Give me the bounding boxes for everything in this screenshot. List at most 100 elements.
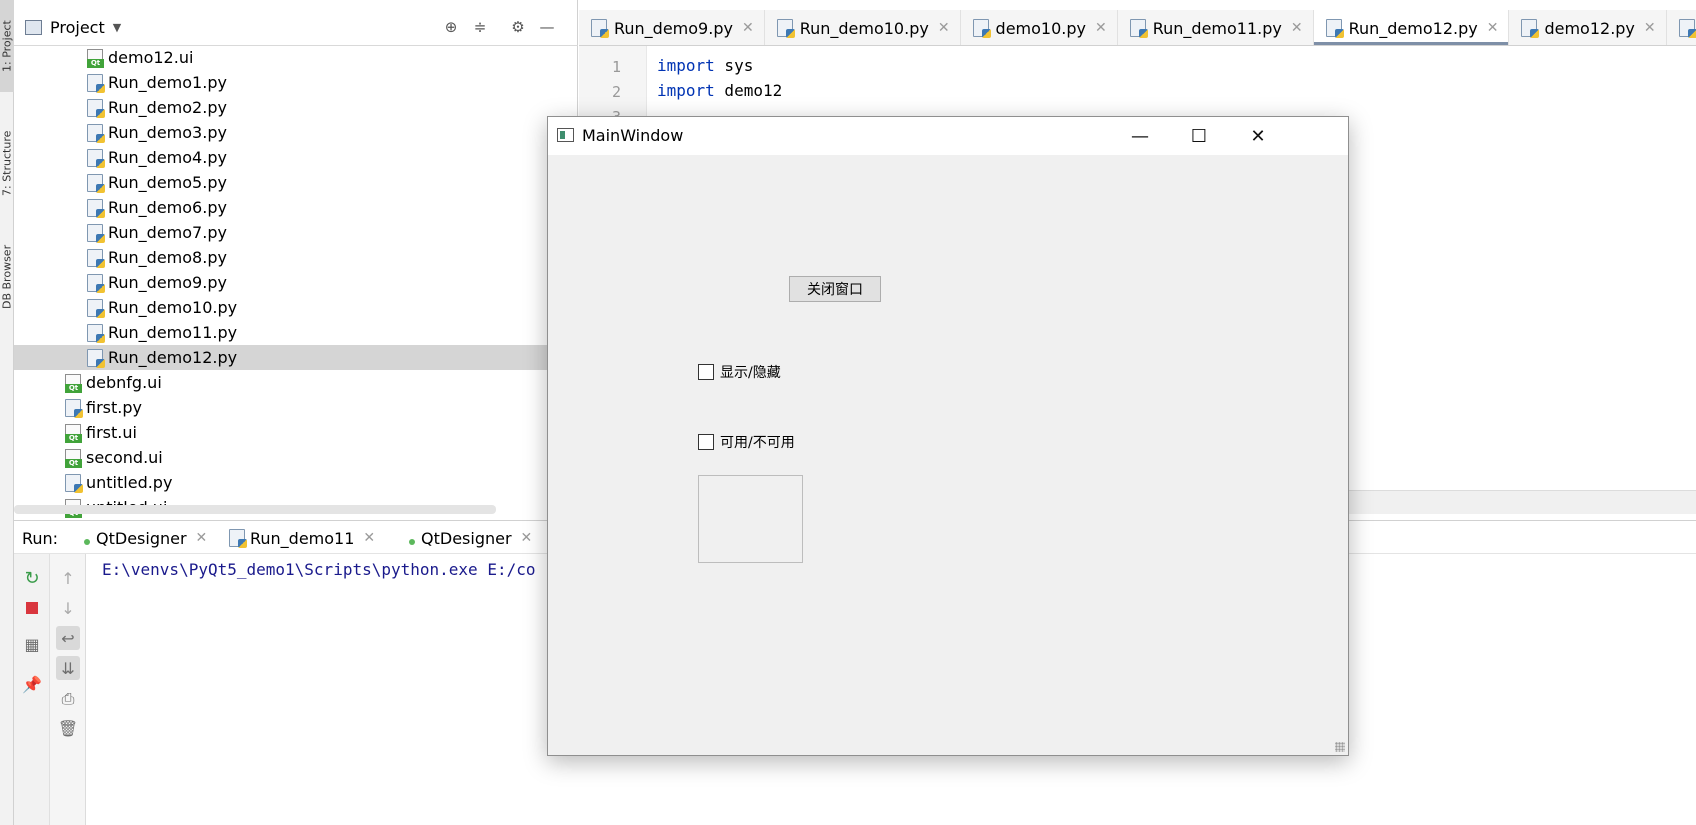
editor-tab[interactable]: demo12.py ✕ [1509, 10, 1667, 45]
tree-item[interactable]: Run_demo7.py [14, 220, 578, 245]
code-line: import sys [657, 56, 753, 75]
tree-item-label: debnfg.ui [86, 373, 162, 392]
editor-tab[interactable]: Run_demo12.py ✕ [1313, 10, 1510, 45]
close-tab-icon[interactable]: ✕ [1487, 20, 1499, 36]
stop-icon[interactable] [20, 596, 44, 620]
tree-item[interactable]: Run_demo12.py [14, 345, 578, 370]
arrow-down-icon[interactable]: ↓ [56, 596, 80, 620]
tree-item-label: Run_demo3.py [108, 123, 227, 142]
enable-disable-label: 可用/不可用 [720, 435, 795, 451]
tree-item[interactable]: Run_demo9.py [14, 270, 578, 295]
structure-tool-tab[interactable]: 7: Structure [0, 118, 14, 208]
rerun-icon[interactable]: ↻ [20, 566, 44, 590]
layout-icon[interactable]: ▦ [20, 632, 44, 656]
editor-tab[interactable]: Run_demo11.py ✕ [1118, 10, 1314, 45]
tree-item-label: untitled.py [86, 473, 173, 492]
enable-disable-checkbox[interactable]: 可用/不可用 [698, 432, 795, 452]
python-file-icon [87, 73, 105, 93]
close-tab-icon[interactable]: ✕ [742, 20, 754, 36]
qt-main-window: MainWindow — ☐ ✕ 关闭窗口 显示/隐藏 可用/不可用 [547, 116, 1349, 756]
tree-item[interactable]: first.py [14, 395, 578, 420]
close-tab-icon[interactable]: ✕ [363, 530, 375, 546]
code-keyword: import [657, 81, 715, 100]
python-file-icon [87, 223, 105, 243]
python-file-icon [87, 198, 105, 218]
code-keyword: import [657, 56, 715, 75]
tree-item[interactable]: Run_demo6.py [14, 195, 578, 220]
minus-icon[interactable]: — [538, 18, 556, 36]
arrow-up-icon[interactable]: ↑ [56, 566, 80, 590]
left-tool-strip: 1: Project 7: Structure DB Browser [0, 0, 14, 825]
close-window-button[interactable]: 关闭窗口 [789, 276, 881, 302]
crosshair-icon[interactable]: ⊕ [442, 18, 460, 36]
project-header: Project ▼ [14, 10, 578, 46]
soft-wrap-icon[interactable]: ↩ [56, 626, 80, 650]
tree-item[interactable]: Run_demo8.py [14, 245, 578, 270]
close-tab-icon[interactable]: ✕ [938, 20, 950, 36]
editor-tab-label: demo10.py [995, 18, 1086, 38]
run-tab-label: QtDesigner [421, 528, 512, 548]
editor-tab[interactable]: demo10.py ✕ [961, 10, 1118, 45]
running-dot-icon [84, 539, 90, 545]
editor-tab[interactable]: Run_demo9.py ✕ [579, 10, 765, 45]
trash-icon[interactable]: 🗑 [56, 716, 80, 740]
scroll-to-end-icon[interactable]: ⇊ [56, 656, 80, 680]
run-label: Run: [22, 529, 59, 548]
python-file-icon [776, 19, 795, 38]
python-file-icon [591, 19, 609, 38]
structure-tool-tab-label: 7: Structure [0, 130, 14, 196]
editor-tab-label: Run_demo10.py [799, 18, 929, 38]
print-icon[interactable]: ⎙ [56, 687, 80, 711]
tree-item[interactable]: Run_demo3.py [14, 120, 578, 145]
close-tab-icon[interactable]: ✕ [1291, 20, 1303, 36]
minimize-icon[interactable]: — [1111, 117, 1169, 155]
tree-item-label: first.ui [86, 423, 137, 442]
tree-item[interactable]: demo12.ui [14, 45, 578, 70]
editor-tab[interactable]: Run_demo [1667, 10, 1696, 45]
close-icon[interactable]: ✕ [1229, 117, 1287, 155]
tree-item[interactable]: Run_demo1.py [14, 70, 578, 95]
show-hide-label: 显示/隐藏 [720, 365, 781, 381]
project-pane: Project ▼ ⊕ ≑ ⚙ — demo12.ui Run_demo1.py R… [14, 0, 578, 520]
editor-tab[interactable]: Run_demo10.py ✕ [765, 10, 961, 45]
console-output: E:\venvs\PyQt5_demo1\Scripts\python.exe … [102, 560, 536, 579]
gear-icon[interactable]: ⚙ [509, 18, 527, 36]
resize-grip-icon[interactable] [1335, 742, 1345, 752]
tree-item[interactable]: Run_demo11.py [14, 320, 578, 345]
project-horizontal-scrollbar[interactable] [14, 505, 496, 514]
tree-item-label: Run_demo12.py [108, 348, 238, 367]
close-tab-icon[interactable]: ✕ [196, 530, 208, 546]
db-browser-tool-tab[interactable]: DB Browser [0, 232, 14, 322]
qt-titlebar[interactable]: MainWindow — ☐ ✕ [548, 117, 1348, 155]
run-tab[interactable]: Run_demo11 ✕ [229, 521, 375, 555]
run-toolbar-primary: ↻ ▦ 📌 [14, 554, 50, 825]
run-tab[interactable]: QtDesigner ✕ [84, 521, 207, 555]
project-tool-tab-label: 1: Project [0, 20, 14, 72]
tree-item[interactable]: Run_demo5.py [14, 170, 578, 195]
show-hide-checkbox[interactable]: 显示/隐藏 [698, 362, 781, 382]
tree-item[interactable]: first.ui [14, 420, 578, 445]
close-tab-icon[interactable]: ✕ [1644, 20, 1656, 36]
tree-item[interactable]: debnfg.ui [14, 370, 578, 395]
tree-item[interactable]: Run_demo10.py [14, 295, 578, 320]
chevron-down-icon[interactable]: ▼ [113, 21, 121, 34]
checkbox-box[interactable] [698, 364, 714, 380]
project-tool-tab[interactable]: 1: Project [0, 0, 14, 92]
close-tab-icon[interactable]: ✕ [1095, 20, 1107, 36]
tree-item[interactable]: second.ui [14, 445, 578, 470]
checkbox-box[interactable] [698, 434, 714, 450]
tree-item-label: Run_demo5.py [108, 173, 227, 192]
maximize-icon[interactable]: ☐ [1170, 117, 1228, 155]
editor-tab-label: Run_demo9.py [614, 18, 733, 38]
tree-item[interactable]: untitled.py [14, 470, 578, 495]
python-file-icon [87, 298, 105, 318]
project-title[interactable]: Project [50, 18, 105, 37]
pin-icon[interactable]: 📌 [20, 672, 44, 696]
run-tab[interactable]: QtDesigner ✕ [409, 521, 532, 555]
run-tab-label: Run_demo11 [250, 528, 355, 548]
collapse-all-icon[interactable]: ≑ [471, 18, 489, 36]
python-file-icon [65, 398, 83, 418]
close-tab-icon[interactable]: ✕ [521, 530, 533, 546]
tree-item[interactable]: Run_demo2.py [14, 95, 578, 120]
tree-item[interactable]: Run_demo4.py [14, 145, 578, 170]
